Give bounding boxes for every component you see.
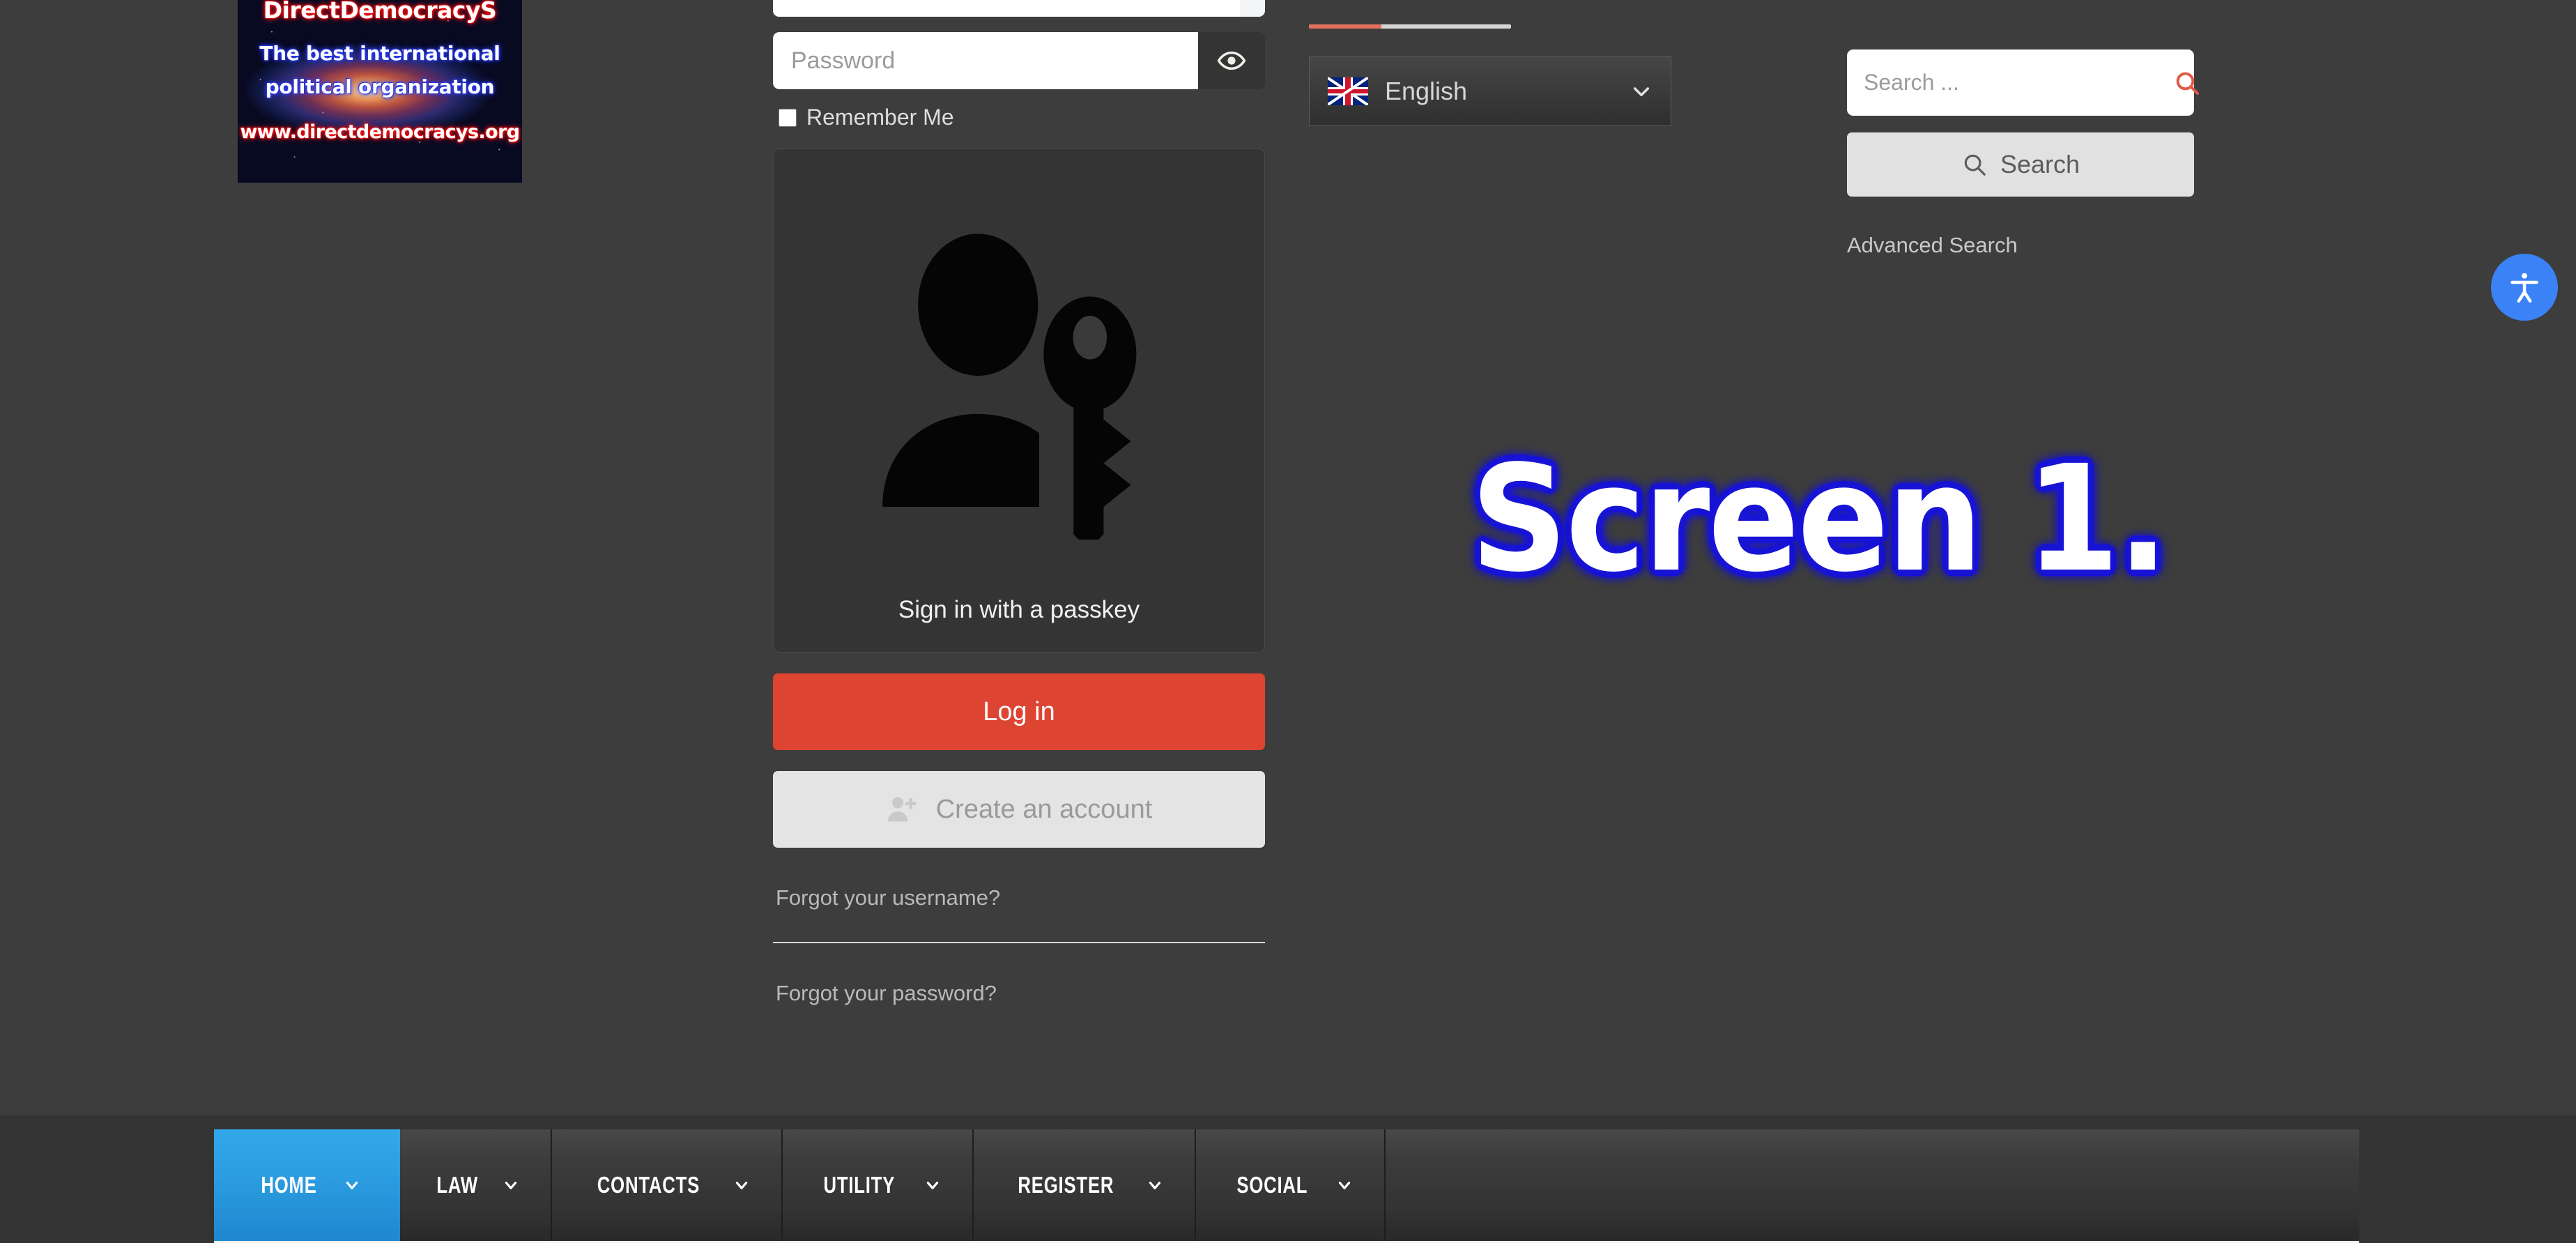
- language-selector[interactable]: English: [1309, 56, 1671, 126]
- chevron-down-icon: [346, 1182, 358, 1189]
- create-account-label: Create an account: [935, 794, 1153, 824]
- password-field-row: [773, 32, 1265, 89]
- nav-item-label: UTILITY: [823, 1172, 896, 1198]
- nav-item-list: HOME LAW CONTACTS UTILITY REGISTER SOCIAL: [214, 1129, 2359, 1241]
- logo-website-url: www.directdemocracys.org: [240, 121, 520, 143]
- search-submit-icon-button[interactable]: [2173, 69, 2201, 97]
- nav-item-social[interactable]: SOCIAL: [1196, 1129, 1386, 1241]
- username-input-shell: [773, 0, 1265, 17]
- translate-title-rule: [1309, 24, 1511, 29]
- login-form: Remember Me Sign in with a passkey Log i…: [773, 0, 1265, 1006]
- nav-item-register[interactable]: REGISTER: [974, 1129, 1196, 1241]
- search-button[interactable]: Search: [1847, 132, 2194, 197]
- chevron-down-icon: [736, 1182, 748, 1189]
- forgot-username-link[interactable]: Forgot your username?: [773, 848, 1265, 910]
- translate-module-title: Translate: [1309, 0, 1699, 1]
- accessibility-person-icon: [2510, 273, 2538, 303]
- chevron-down-icon: [1339, 1182, 1351, 1189]
- password-input[interactable]: [773, 32, 1198, 89]
- log-in-button[interactable]: Log in: [773, 673, 1265, 750]
- selected-language-label: English: [1385, 77, 1468, 105]
- logo-title: DirectDemocracyS: [263, 0, 497, 24]
- main-navigation: HOME LAW CONTACTS UTILITY REGISTER SOCIAL: [214, 1129, 2359, 1243]
- chevron-down-icon: [926, 1182, 938, 1189]
- sign-in-with-passkey-button[interactable]: Sign in with a passkey: [773, 148, 1265, 653]
- search-button-label: Search: [2000, 150, 2080, 178]
- chevron-down-icon: [505, 1182, 517, 1189]
- accessibility-button[interactable]: [2491, 254, 2558, 321]
- toggle-password-visibility-button[interactable]: [1198, 32, 1265, 89]
- logo-tagline-line1: The best international: [259, 42, 500, 65]
- username-input[interactable]: [773, 0, 1240, 17]
- eye-icon: [1217, 51, 1246, 70]
- nav-item-label: REGISTER: [1018, 1172, 1114, 1198]
- search-input-shell: [1847, 49, 2199, 116]
- chevron-down-icon: [1633, 87, 1650, 97]
- screen-label-banner: Screen 1.: [1471, 434, 2169, 604]
- user-plus-icon: [887, 797, 917, 822]
- nav-item-utility[interactable]: UTILITY: [783, 1129, 974, 1241]
- search-icon: [1964, 154, 1986, 176]
- username-field-tail: [1240, 0, 1265, 17]
- user-key-icon: [882, 233, 1137, 540]
- nav-item-label: LAW: [436, 1172, 478, 1198]
- page-root: DirectDemocracyS The best international …: [0, 0, 2576, 1243]
- chevron-down-icon: [1149, 1182, 1160, 1189]
- search-module: Search Search Advanced Search: [1847, 0, 2209, 258]
- uk-flag-icon: [1328, 77, 1368, 105]
- logo-tagline-line2: political organization: [265, 75, 495, 98]
- site-logo[interactable]: DirectDemocracyS The best international …: [238, 0, 522, 183]
- remember-me-checkbox[interactable]: [779, 108, 797, 127]
- nav-item-home[interactable]: HOME: [214, 1129, 400, 1241]
- search-input[interactable]: [1847, 70, 2173, 96]
- nav-item-law[interactable]: LAW: [400, 1129, 553, 1241]
- forgot-password-link[interactable]: Forgot your password?: [773, 943, 1265, 1006]
- passkey-label: Sign in with a passkey: [898, 596, 1140, 623]
- password-input-shell: [773, 32, 1265, 89]
- bottom-nav-band: HOME LAW CONTACTS UTILITY REGISTER SOCIAL: [0, 1115, 2576, 1243]
- flag-red-horizontal: [1328, 89, 1368, 94]
- advanced-search-link[interactable]: Advanced Search: [1847, 233, 2018, 258]
- nav-item-label: SOCIAL: [1236, 1172, 1308, 1198]
- nav-item-contacts[interactable]: CONTACTS: [552, 1129, 783, 1241]
- username-field-row: [773, 0, 1265, 17]
- create-account-button[interactable]: Create an account: [773, 771, 1265, 848]
- flag-red-vertical: [1344, 77, 1351, 105]
- remember-me-label: Remember Me: [806, 105, 954, 130]
- nav-item-label: HOME: [261, 1172, 317, 1198]
- remember-me-row: Remember Me: [773, 105, 1265, 130]
- search-module-title: Search: [1847, 0, 2209, 1]
- search-icon: [2176, 72, 2199, 95]
- translate-module: Translate English: [1309, 0, 1699, 126]
- nav-item-label: CONTACTS: [597, 1172, 700, 1198]
- passkey-icon-wrap: [774, 149, 1264, 596]
